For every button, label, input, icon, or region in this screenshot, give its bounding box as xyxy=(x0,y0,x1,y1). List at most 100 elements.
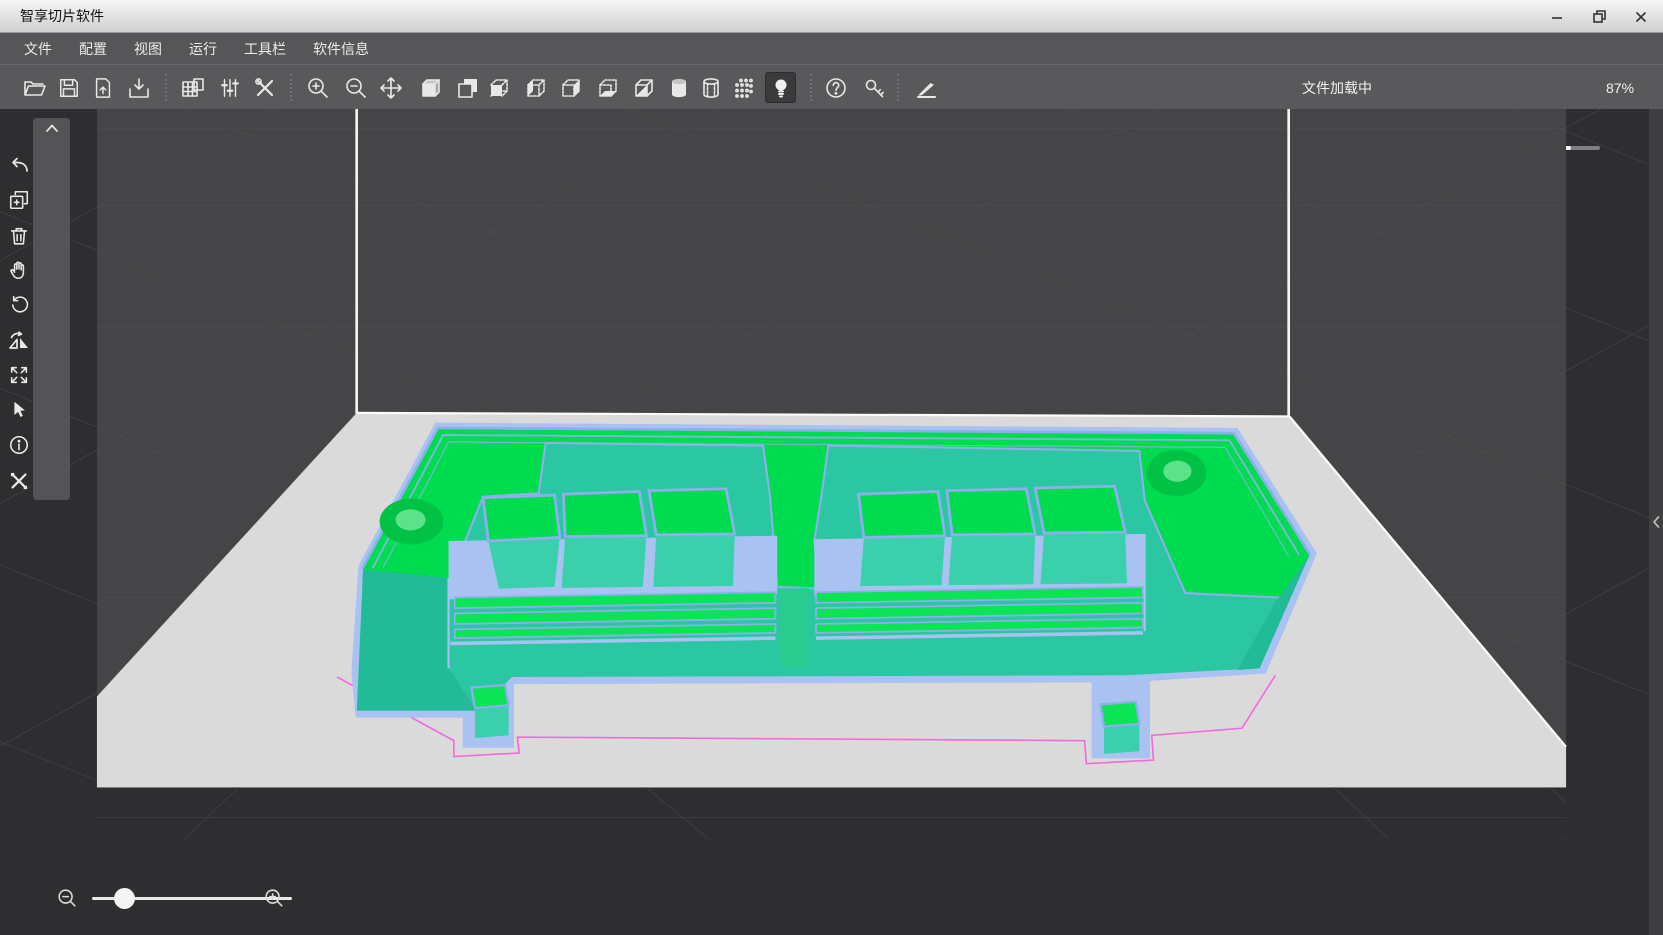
close-icon xyxy=(1634,10,1648,24)
menu-about[interactable]: 软件信息 xyxy=(313,39,369,59)
menu-view[interactable]: 视图 xyxy=(134,39,162,59)
cube-front-face-icon xyxy=(487,76,511,100)
view-points-button[interactable] xyxy=(728,72,759,103)
machine-settings-button[interactable] xyxy=(177,72,208,103)
move-arrows-icon xyxy=(379,76,403,100)
repair-tools-icon xyxy=(8,470,30,492)
zoom-out-icon xyxy=(344,76,368,100)
view-layers-button[interactable] xyxy=(452,72,483,103)
cylinder-solid-icon xyxy=(667,76,691,100)
info-icon xyxy=(8,434,30,456)
camera-zoom-bar xyxy=(50,884,320,912)
restore-icon xyxy=(1592,9,1607,24)
toolbar-separator xyxy=(165,74,167,101)
view-cube-right-button[interactable] xyxy=(555,72,586,103)
camera-zoom-out-button[interactable] xyxy=(55,886,79,910)
trash-icon xyxy=(8,225,30,247)
file-upload-icon xyxy=(92,77,114,99)
cube-section-icon xyxy=(632,76,656,100)
duplicate-button[interactable] xyxy=(0,185,37,215)
undo-button[interactable] xyxy=(0,151,37,181)
menu-config[interactable]: 配置 xyxy=(79,39,107,59)
cube-solid-icon xyxy=(419,76,443,100)
lightbulb-icon xyxy=(769,76,793,100)
restore-button[interactable] xyxy=(1585,5,1613,29)
key-icon xyxy=(862,76,886,100)
cursor-icon xyxy=(8,399,30,421)
side-tool-panel xyxy=(33,118,70,500)
zoom-in-button[interactable] xyxy=(302,72,333,103)
menu-toolbar[interactable]: 工具栏 xyxy=(244,39,286,59)
view-cube-bottom-button[interactable] xyxy=(592,72,623,103)
pan-button[interactable] xyxy=(0,255,37,285)
export-model-button[interactable] xyxy=(123,72,154,103)
license-key-button[interactable] xyxy=(858,72,889,103)
select-button[interactable] xyxy=(0,395,37,425)
fit-view-button[interactable] xyxy=(0,360,37,390)
rotate-ccw-icon xyxy=(8,294,30,316)
minimize-icon xyxy=(1550,10,1564,24)
panel-collapse-button[interactable] xyxy=(33,118,70,138)
undo-arrow-icon xyxy=(7,154,31,178)
file-progress-percent: 87% xyxy=(1606,65,1634,110)
view-cube-section-button[interactable] xyxy=(628,72,659,103)
minimize-button[interactable] xyxy=(1543,5,1571,29)
lighting-button[interactable] xyxy=(765,72,796,103)
download-tray-icon xyxy=(127,76,151,100)
cylinder-wire-icon xyxy=(699,76,723,100)
view-cube-front-button[interactable] xyxy=(483,72,514,103)
rotate-button[interactable] xyxy=(0,290,37,320)
right-panel-collapse[interactable] xyxy=(1649,109,1663,935)
toolbar: 文件加载中 87% xyxy=(0,64,1663,109)
zoom-out-button[interactable] xyxy=(340,72,371,103)
close-button[interactable] xyxy=(1627,5,1655,29)
hand-icon xyxy=(8,259,30,281)
menu-file[interactable]: 文件 xyxy=(24,39,52,59)
app-window: 智享切片软件 文件 配置 视图 运行 工具栏 软件信息 xyxy=(0,0,1663,935)
menu-run[interactable]: 运行 xyxy=(189,39,217,59)
print-parameters-button[interactable] xyxy=(214,72,245,103)
viewport-3d[interactable] xyxy=(0,109,1663,935)
zoom-in-icon xyxy=(263,887,285,909)
titlebar: 智享切片软件 xyxy=(0,0,1663,33)
cube-left-face-icon xyxy=(524,76,548,100)
sliders-icon xyxy=(219,77,241,99)
duplicate-icon xyxy=(8,189,30,211)
wrench-screwdriver-icon xyxy=(253,76,277,100)
zoom-in-icon xyxy=(306,76,330,100)
view-cylinder-wire-button[interactable] xyxy=(695,72,726,103)
window-controls xyxy=(1543,0,1655,33)
cube-bottom-face-icon xyxy=(596,76,620,100)
open-file-button[interactable] xyxy=(18,72,49,103)
camera-zoom-knob[interactable] xyxy=(114,888,135,909)
camera-zoom-in-button[interactable] xyxy=(262,886,286,910)
toolbar-separator xyxy=(290,74,292,101)
repair-tools-button[interactable] xyxy=(0,466,37,496)
foreground-floor xyxy=(97,787,1566,838)
mirror-scale-icon xyxy=(7,329,31,353)
save-file-button[interactable] xyxy=(53,72,84,103)
import-model-button[interactable] xyxy=(87,72,118,103)
tools-button[interactable] xyxy=(249,72,280,103)
zoom-out-icon xyxy=(56,887,78,909)
help-button[interactable] xyxy=(820,72,851,103)
point-cloud-icon xyxy=(732,76,756,100)
chevron-left-icon xyxy=(1651,514,1661,530)
move-view-button[interactable] xyxy=(375,72,406,103)
view-cube-left-button[interactable] xyxy=(520,72,551,103)
mirror-scale-button[interactable] xyxy=(0,326,37,356)
small-cube-left xyxy=(472,685,509,738)
view-cylinder-button[interactable] xyxy=(663,72,694,103)
toolbar-separator xyxy=(810,74,812,101)
menubar: 文件 配置 视图 运行 工具栏 软件信息 xyxy=(0,33,1663,64)
cube-right-face-icon xyxy=(559,76,583,100)
info-button[interactable] xyxy=(0,430,37,460)
expand-arrows-icon xyxy=(8,364,30,386)
delete-button[interactable] xyxy=(0,221,37,251)
open-folder-icon xyxy=(22,76,46,100)
screw-boss-right xyxy=(1146,450,1206,496)
stacked-pages-icon xyxy=(456,76,480,100)
annotate-pen-button[interactable] xyxy=(910,72,941,103)
center-column xyxy=(779,588,809,668)
view-solid-button[interactable] xyxy=(415,72,446,103)
